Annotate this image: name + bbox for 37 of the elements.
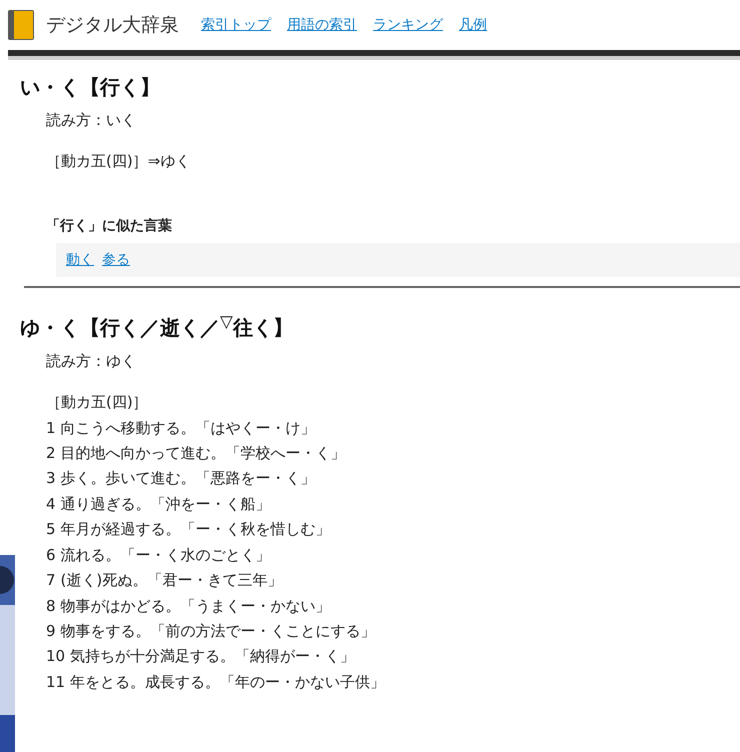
sense-text: 年をとる。成長する。「年のー・かない子供」	[70, 672, 386, 691]
sense-number: 2	[46, 444, 56, 462]
nav-link[interactable]: 索引トップ	[201, 16, 271, 34]
nav-link[interactable]: ランキング	[373, 16, 443, 34]
sense-number: 1	[46, 418, 56, 437]
similar-word-link[interactable]: 参る	[102, 252, 130, 268]
sense-text: 向こうへ移動する。「はやくー・け」	[60, 418, 316, 437]
similar-words-title: 「行く」に似た言葉	[45, 217, 173, 235]
sense-number: 6	[46, 546, 56, 564]
sense-text: 物事をする。「前の方法でー・くことにする」	[60, 622, 376, 640]
nav-link[interactable]: 用語の索引	[287, 16, 357, 34]
sense-text: (逝く)死ぬ。「君ー・きて三年」	[60, 571, 282, 590]
sense-number: 4	[46, 494, 56, 513]
sense-number: 9	[46, 622, 56, 640]
sense-text: 流れる。「ー・く水のごとく」	[60, 546, 271, 564]
sense-text: 歩く。歩いて進む。「悪路をー・く」	[60, 469, 316, 488]
sense-number: 3	[46, 469, 56, 488]
site-title: デジタル大辞泉	[46, 13, 179, 38]
sense-number: 10	[46, 647, 66, 666]
part-of-speech: ［動カ五(四)］⇒ゆく	[45, 152, 192, 171]
reading: 読み方：いく	[45, 111, 137, 130]
headword: い・く【行く】	[20, 74, 161, 101]
sense-text: 物事がはかどる。「うまくー・かない」	[60, 596, 331, 614]
book-icon	[8, 10, 34, 40]
sense-text: 通り過ぎる。「沖をー・く船」	[60, 494, 271, 513]
sense-number: 11	[46, 672, 66, 691]
headword: ゆ・く【行く／逝く／$^{▽}$往く】	[20, 312, 294, 342]
sense-text: 気持ちが十分満足する。「納得がー・く」	[70, 647, 356, 666]
sense-number: 7	[46, 571, 56, 590]
similar-word-link[interactable]: 動く	[66, 252, 94, 268]
part-of-speech: ［動カ五(四)］	[45, 392, 149, 412]
nav-link[interactable]: 凡例	[459, 16, 487, 34]
sense-number: 8	[46, 596, 56, 614]
sense-number: 5	[46, 520, 56, 538]
reading: 読み方：ゆく	[45, 352, 137, 371]
sense-text: 目的地へ向かって進む。「学校へー・く」	[60, 444, 346, 462]
sense-text: 年月が経過する。「ー・く秋を惜しむ」	[60, 520, 331, 538]
